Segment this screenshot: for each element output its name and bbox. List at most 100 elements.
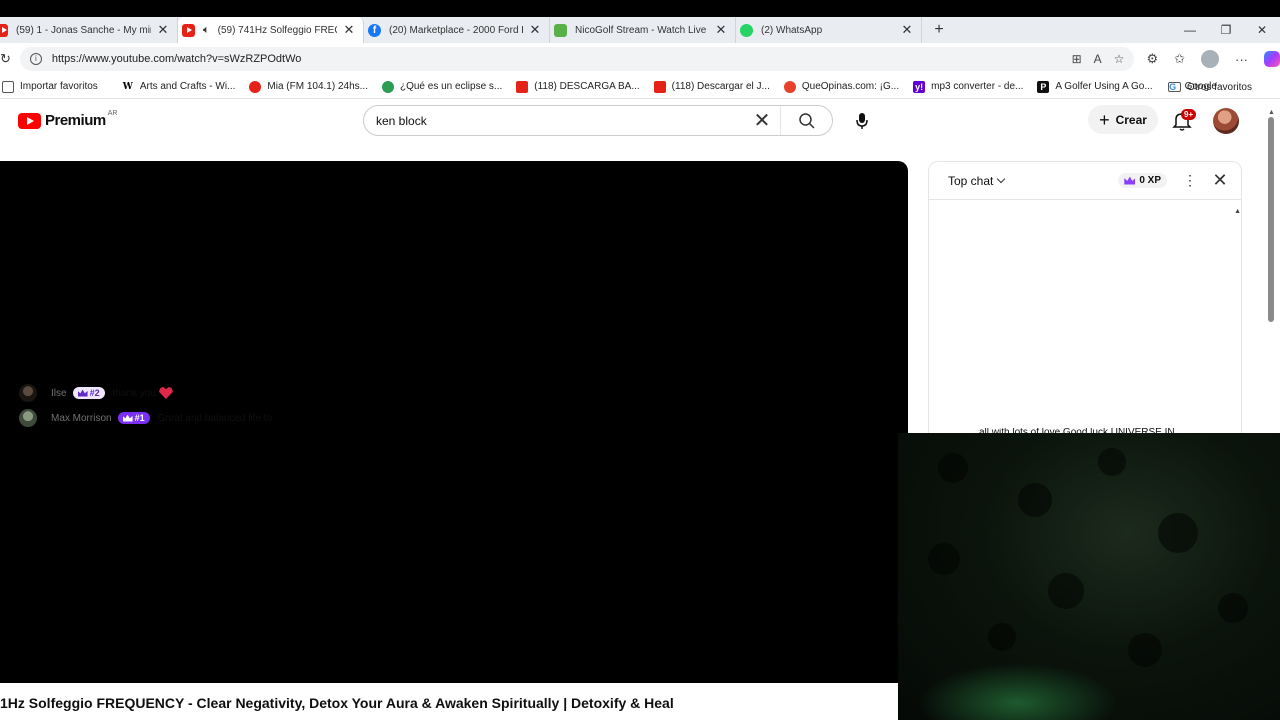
logo-text: Premium: [45, 112, 106, 129]
bookmark-label: ¿Qué es un eclipse s...: [399, 81, 503, 92]
bookmark-label: Importar favoritos: [20, 81, 98, 92]
search-icon: [798, 112, 815, 129]
account-avatar[interactable]: [1213, 108, 1239, 134]
folder-icon: [1167, 82, 1181, 92]
more-menu-icon[interactable]: ···: [1235, 52, 1248, 67]
wall-spot: [1018, 483, 1052, 517]
nicogolf-icon: [554, 23, 567, 37]
bookmark-descargar-el[interactable]: (118) Descargar el J...: [653, 80, 770, 93]
close-icon[interactable]: ✕: [343, 22, 355, 38]
bookmark-label: Mia (FM 104.1) 24hs...: [267, 81, 368, 92]
youtube-premium-logo[interactable]: Premium AR: [18, 110, 117, 129]
reload-icon[interactable]: ↻: [0, 51, 14, 67]
close-icon[interactable]: ✕: [715, 22, 727, 38]
wall-spot: [1158, 513, 1198, 553]
tab-title: (20) Marketplace - 2000 Ford Ka: [389, 24, 523, 36]
whatsapp-icon: [740, 23, 753, 37]
clear-search-icon[interactable]: ✕: [744, 108, 780, 133]
app-available-icon[interactable]: ⊞: [1072, 52, 1082, 66]
golf-icon: P: [1037, 80, 1050, 93]
address-bar-row: ↻ i https://www.youtube.com/watch?v=sWzR…: [0, 43, 1280, 75]
chat-author-name: Max Morrison: [51, 412, 112, 424]
create-label: Crear: [1115, 112, 1147, 127]
new-tab-button[interactable]: +: [926, 21, 952, 39]
bookmark-label: QueOpinas.com: ¡G...: [801, 81, 900, 92]
extensions-icon[interactable]: ⚙: [1146, 51, 1158, 67]
other-bookmarks[interactable]: Otros favoritos: [1167, 75, 1252, 99]
browser-tab-strip: (59) 1 - Jonas Sanche - My mind ✕ 🔈︎ (59…: [0, 17, 1280, 43]
tab-title: NicoGolf Stream - Watch Live on: [575, 24, 709, 36]
tab-nicogolf[interactable]: NicoGolf Stream - Watch Live on ✕: [550, 17, 736, 43]
speaker-icon[interactable]: 🔈︎: [203, 24, 210, 37]
rank-badge: #1: [117, 412, 150, 424]
window-close-button[interactable]: ✕: [1244, 17, 1280, 43]
search-input[interactable]: [364, 106, 744, 135]
wall-spot: [938, 453, 968, 483]
copilot-icon[interactable]: [1264, 51, 1280, 67]
chevron-down-icon: [997, 174, 1006, 183]
bookmark-eclipse[interactable]: ¿Qué es un eclipse s...: [381, 80, 503, 93]
scrollbar-thumb[interactable]: [1268, 117, 1274, 322]
restore-button[interactable]: ❐: [1208, 17, 1244, 43]
chat-scroll-up-icon[interactable]: ▲: [1234, 208, 1241, 215]
scroll-up-arrow-icon[interactable]: ▲: [1268, 109, 1275, 116]
tab-marketplace[interactable]: f (20) Marketplace - 2000 Ford Ka ✕: [364, 17, 550, 43]
create-button[interactable]: + Crear: [1088, 105, 1158, 134]
chat-author-avatar: [19, 384, 37, 402]
xp-badge[interactable]: 0 XP: [1118, 173, 1167, 188]
favorites-icon[interactable]: ✩: [1174, 51, 1185, 67]
close-icon[interactable]: ✕: [901, 22, 913, 38]
bookmark-golfer[interactable]: P A Golfer Using A Go...: [1037, 80, 1153, 93]
plus-icon: +: [1099, 109, 1110, 130]
bookmarks-bar: Importar favoritos W Arts and Crafts - W…: [0, 75, 1280, 99]
youtube-icon: [653, 80, 666, 93]
close-icon[interactable]: ✕: [529, 22, 541, 38]
chat-mode-dropdown[interactable]: Top chat: [948, 174, 1006, 188]
import-icon: [2, 80, 14, 93]
tab-title: (59) 741Hz Solfeggio FREQU: [217, 24, 337, 36]
bookmark-arts-crafts[interactable]: W Arts and Crafts - Wi...: [122, 81, 236, 93]
bookmark-label: A Golfer Using A Go...: [1055, 81, 1153, 92]
chat-message[interactable]: Ilse #2 thank you: [19, 384, 173, 402]
window-controls: — ❐ ✕: [1172, 17, 1280, 43]
url-text[interactable]: https://www.youtube.com/watch?v=sWzRZPOd…: [52, 53, 1072, 65]
bookmark-mp3-converter[interactable]: y! mp3 converter - de...: [913, 80, 1024, 93]
video-title: 1Hz Solfeggio FREQUENCY - Clear Negativi…: [0, 695, 674, 711]
search-box: ✕: [363, 105, 833, 136]
minimize-button[interactable]: —: [1172, 17, 1208, 43]
search-button[interactable]: [780, 106, 832, 135]
close-icon[interactable]: ✕: [157, 22, 169, 38]
read-aloud-icon[interactable]: A: [1094, 52, 1102, 66]
crown-icon: [1124, 176, 1136, 185]
tab-jonas-sanche[interactable]: (59) 1 - Jonas Sanche - My mind ✕: [0, 17, 178, 43]
favorite-star-icon[interactable]: ☆: [1114, 52, 1125, 66]
profile-avatar[interactable]: [1201, 50, 1219, 68]
webcam-overlay: [898, 433, 1280, 720]
facebook-icon: f: [368, 23, 381, 37]
bookmark-mia-fm[interactable]: Mia (FM 104.1) 24hs...: [249, 80, 368, 93]
bookmark-label: mp3 converter - de...: [931, 81, 1024, 92]
bookmark-import[interactable]: Importar favoritos: [2, 80, 98, 93]
address-bar[interactable]: i https://www.youtube.com/watch?v=sWzRZP…: [19, 47, 1135, 71]
voice-search-button[interactable]: [846, 105, 877, 136]
chat-message[interactable]: Max Morrison #1 Great and balanced life …: [19, 409, 272, 427]
bookmark-label: Arts and Crafts - Wi...: [139, 81, 236, 92]
wall-spot: [988, 623, 1016, 651]
tab-solfeggio[interactable]: 🔈︎ (59) 741Hz Solfeggio FREQU ✕: [178, 17, 364, 43]
microphone-icon: [855, 112, 868, 129]
bookmark-queopinas[interactable]: QueOpinas.com: ¡G...: [783, 80, 900, 93]
yahoo-icon: y!: [913, 80, 926, 93]
youtube-logo-icon: [18, 112, 41, 129]
bookmark-descarga-ba[interactable]: (118) DESCARGA BA...: [516, 80, 640, 93]
site-info-icon[interactable]: i: [29, 53, 42, 65]
toolbar-buttons: ⚙ ✩ ···: [1146, 50, 1280, 68]
queopinas-icon: [783, 80, 796, 93]
screen-top-band: [0, 0, 1280, 17]
close-chat-icon[interactable]: ✕: [1205, 170, 1235, 191]
wall-spot: [1128, 633, 1162, 667]
address-bar-actions: ⊞ A ☆: [1072, 52, 1135, 66]
webcam-glow: [918, 663, 1118, 720]
tab-whatsapp[interactable]: (2) WhatsApp ✕: [736, 17, 922, 43]
page-scrollbar[interactable]: ▲: [1268, 103, 1275, 322]
more-options-icon[interactable]: ⋮: [1175, 172, 1205, 189]
